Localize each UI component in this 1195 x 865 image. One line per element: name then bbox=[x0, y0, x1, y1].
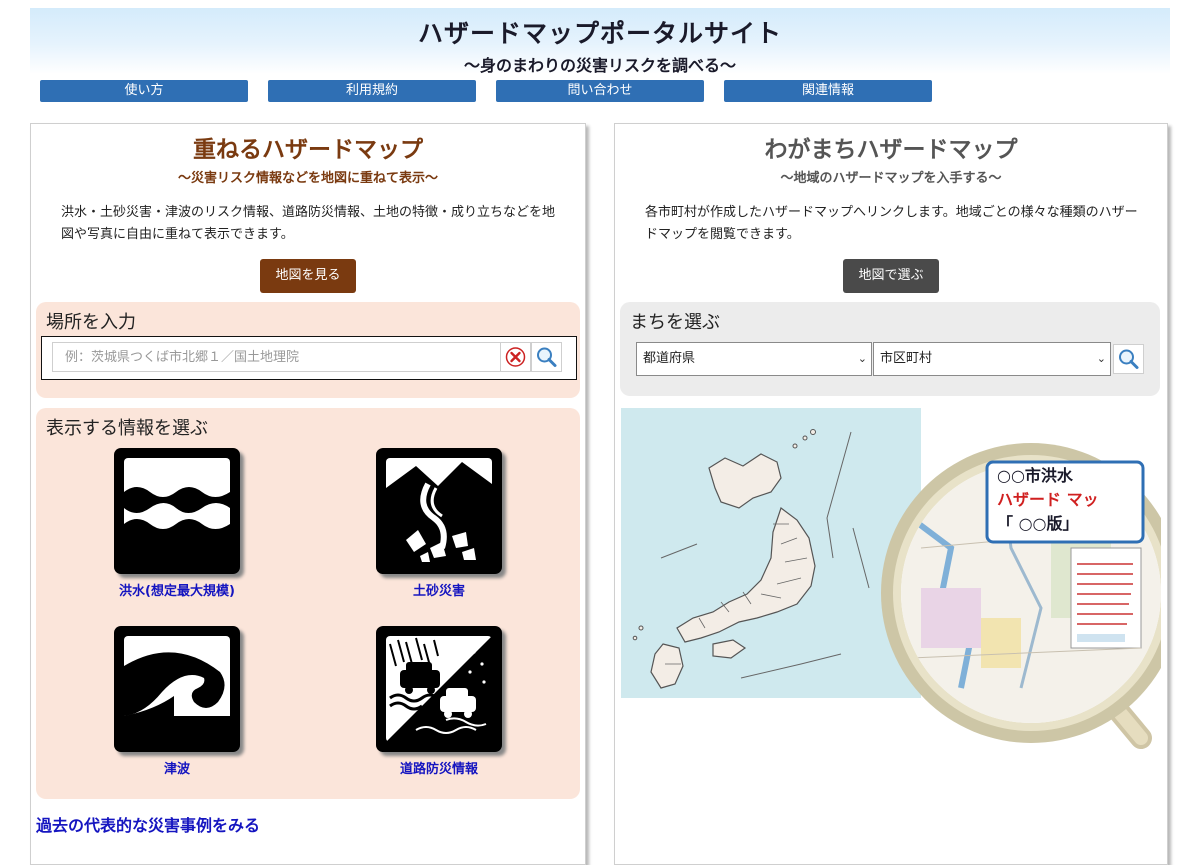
town-select-box: まちを選ぶ 都道府県 ⌄ 市区町村 ⌄ bbox=[620, 302, 1160, 396]
location-search-input[interactable]: 例：茨城県つくば市北郷１／国土地理院 bbox=[52, 342, 500, 372]
landslide-icon bbox=[386, 458, 492, 564]
city-select[interactable]: 市区町村 ⌄ bbox=[873, 342, 1111, 376]
site-subtitle: ～身のまわりの災害リスクを調べる～ bbox=[463, 56, 736, 75]
location-search-bar: 例：茨城県つくば市北郷１／国土地理院 bbox=[41, 336, 577, 380]
location-heading: 場所を入力 bbox=[46, 312, 136, 333]
clear-button[interactable] bbox=[500, 342, 531, 372]
clear-icon bbox=[505, 347, 526, 367]
japan-map-illustration bbox=[621, 408, 1181, 749]
panel-description: 洪水・土砂災害・津波のリスク情報、道路防災情報、土地の特徴・成り立ちなどを地図や… bbox=[61, 205, 556, 242]
landslide-label[interactable]: 土砂災害 bbox=[339, 580, 539, 599]
illustration-title-line1: ○○市洪水 bbox=[997, 466, 1073, 485]
flood-label[interactable]: 洪水(想定最大規模) bbox=[77, 580, 277, 599]
panel-title: 重ねるハザードマップ bbox=[193, 137, 423, 163]
town-heading: まちを選ぶ bbox=[630, 312, 720, 333]
search-icon bbox=[537, 347, 557, 367]
tsunami-icon bbox=[124, 636, 230, 742]
illustration-title-line2: ハザード マッ bbox=[997, 490, 1099, 509]
location-box: 場所を入力 例：茨城県つくば市北郷１／国土地理院 bbox=[36, 302, 580, 398]
search-icon bbox=[1119, 349, 1139, 369]
past-disaster-link[interactable]: 過去の代表的な災害事例をみる bbox=[36, 812, 260, 836]
panel-subtitle: ～地域のハザードマップを入手する～ bbox=[780, 171, 1002, 186]
road-disaster-label[interactable]: 道路防災情報 bbox=[339, 758, 539, 777]
road-disaster-tile[interactable] bbox=[376, 626, 502, 752]
nav-usage-button[interactable]: 使い方 bbox=[40, 80, 248, 102]
site-title: ハザードマップポータルサイト bbox=[417, 19, 782, 48]
view-map-button[interactable]: 地図を見る bbox=[260, 259, 356, 293]
site-header: ハザードマップポータルサイト ～身のまわりの災害リスクを調べる～ bbox=[30, 8, 1170, 75]
prefecture-select[interactable]: 都道府県 ⌄ bbox=[636, 342, 872, 376]
info-heading: 表示する情報を選ぶ bbox=[46, 418, 208, 439]
panel-description: 各市町村が作成したハザードマップへリンクします。地域ごとの様々な種類のハザードマ… bbox=[645, 205, 1138, 242]
prefecture-select-value: 都道府県 bbox=[643, 351, 696, 366]
panel-title: わがまちハザードマップ bbox=[764, 137, 1018, 163]
flood-icon bbox=[124, 458, 230, 564]
road-disaster-icon bbox=[386, 636, 492, 742]
chevron-down-icon: ⌄ bbox=[1096, 352, 1106, 365]
nav-related-button[interactable]: 関連情報 bbox=[724, 80, 932, 102]
select-by-map-button[interactable]: 地図で選ぶ bbox=[843, 259, 939, 293]
info-select-box: 表示する情報を選ぶ 洪水(想定最大規模) 土砂災害 津波 道路防災情報 bbox=[36, 408, 580, 799]
town-search-button[interactable] bbox=[1113, 344, 1144, 374]
my-town-hazard-map-panel: わがまちハザードマップ ～地域のハザードマップを入手する～ 各市町村が作成したハ… bbox=[614, 123, 1181, 865]
tsunami-label[interactable]: 津波 bbox=[77, 758, 277, 777]
japan-map-image[interactable]: ○○市洪水 ハザード マッ 「 ○○版」 bbox=[621, 408, 1181, 758]
flood-tile[interactable] bbox=[114, 448, 240, 574]
search-button[interactable] bbox=[531, 342, 562, 372]
nav-contact-button[interactable]: 問い合わせ bbox=[496, 80, 704, 102]
nav-terms-button[interactable]: 利用規約 bbox=[268, 80, 476, 102]
tsunami-tile[interactable] bbox=[114, 626, 240, 752]
chevron-down-icon: ⌄ bbox=[857, 352, 867, 365]
overlay-hazard-map-panel: 重ねるハザードマップ ～災害リスク情報などを地図に重ねて表示～ 洪水・土砂災害・… bbox=[30, 123, 586, 865]
city-select-value: 市区町村 bbox=[880, 351, 933, 366]
landslide-tile[interactable] bbox=[376, 448, 502, 574]
panel-subtitle: ～災害リスク情報などを地図に重ねて表示～ bbox=[177, 171, 438, 186]
illustration-title-line3: 「 ○○版」 bbox=[997, 514, 1079, 533]
